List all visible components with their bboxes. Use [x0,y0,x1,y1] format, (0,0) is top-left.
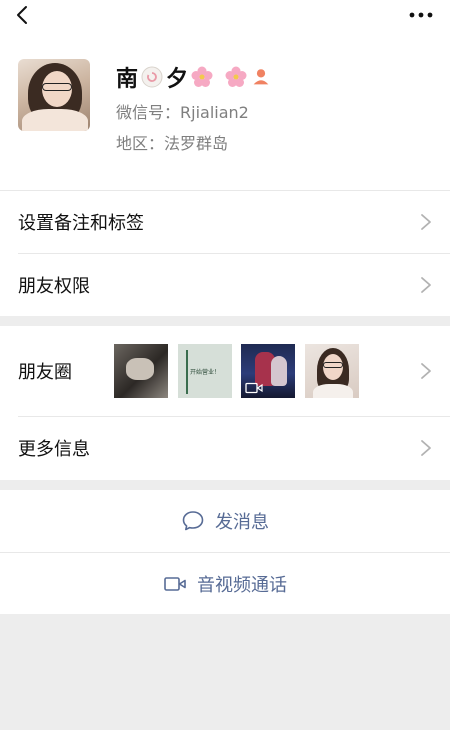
contact-profile-page: 南 夕 微信号：Rjialian2 地区：法罗群岛 设置备注和标签 朋友权限 朋… [0,0,450,730]
more-options-button[interactable] [406,4,436,26]
chat-bubble-icon [182,511,204,531]
more-info-row[interactable]: 更多信息 [0,417,450,479]
back-button[interactable] [10,2,36,28]
moments-photo-2-caption: 开始营业！ [189,369,220,376]
cherry-blossom-emoji-icon [225,66,247,87]
chevron-right-icon [421,214,431,230]
friend-permissions-label: 朋友权限 [18,276,90,297]
chevron-left-icon [17,6,27,24]
chevron-right-icon [421,363,431,379]
remark-tags-label: 设置备注和标签 [18,213,144,234]
video-camera-icon [164,577,186,591]
chevron-right-icon [421,277,431,293]
moments-video-3 [241,344,295,398]
actions-card: 发消息 音视频通话 [0,490,450,614]
friend-permissions-row[interactable]: 朋友权限 [0,254,450,316]
moments-row[interactable]: 朋友圈 开始营业！ [0,326,450,416]
profile-card: 南 夕 微信号：Rjialian2 地区：法罗群岛 设置备注和标签 朋友权限 [0,0,450,316]
nickname-text-1: 南 [116,67,139,92]
female-icon [253,69,269,85]
send-message-button[interactable]: 发消息 [0,490,450,552]
wechat-id: 微信号：Rjialian2 [116,103,249,122]
moments-photo-4 [305,344,359,398]
moments-card: 朋友圈 开始营业！ 更多信息 [0,326,450,480]
moments-photo-1 [114,344,168,398]
remark-tags-row[interactable]: 设置备注和标签 [0,191,450,253]
top-nav-bar [0,0,450,36]
video-call-button[interactable]: 音视频通话 [0,553,450,615]
nickname-text-2: 夕 [166,67,189,92]
moments-photo-2: 开始营业！ [178,344,232,398]
more-info-label: 更多信息 [18,439,90,460]
fishcake-emoji-icon [141,66,163,88]
chevron-right-icon [421,440,431,456]
cherry-blossom-emoji-icon [191,66,213,87]
profile-header: 南 夕 微信号：Rjialian2 地区：法罗群岛 [0,54,450,164]
send-message-label: 发消息 [215,512,269,533]
moments-label: 朋友圈 [18,362,72,383]
region: 地区：法罗群岛 [116,134,229,153]
avatar[interactable] [18,59,90,131]
nickname: 南 夕 [116,60,272,94]
video-call-label: 音视频通话 [197,575,287,596]
video-camera-icon [245,382,263,394]
more-dots-icon [409,12,433,18]
